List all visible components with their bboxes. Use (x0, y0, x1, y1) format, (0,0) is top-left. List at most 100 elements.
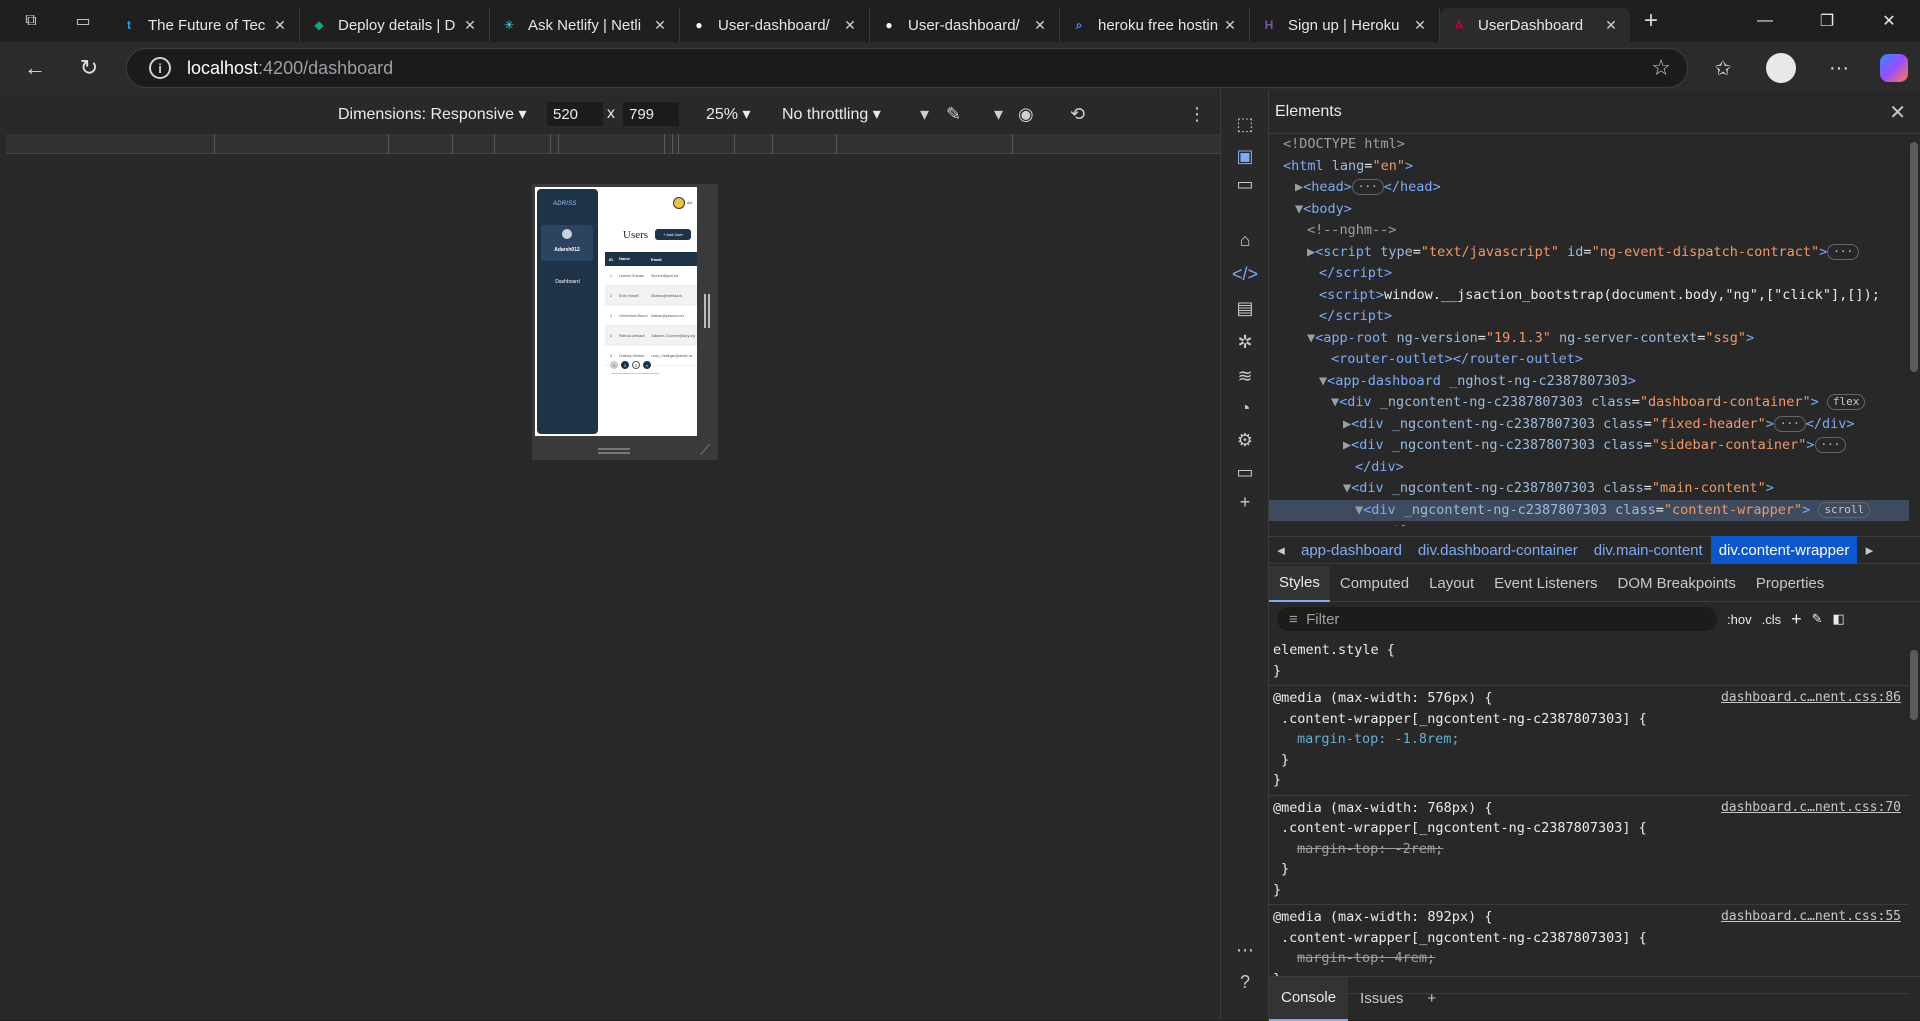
rail-more-icon[interactable]: ⋯ (1233, 938, 1257, 962)
dock-icon[interactable]: ▭ (1233, 172, 1257, 196)
close-tab-icon[interactable]: ✕ (651, 17, 669, 34)
device-width-input[interactable] (547, 102, 603, 126)
help-icon[interactable]: ? (1233, 970, 1257, 994)
minimize-button[interactable]: — (1734, 0, 1796, 42)
restore-button[interactable]: ❐ (1796, 0, 1858, 42)
styles-tab[interactable]: Event Listeners (1484, 566, 1607, 602)
browser-tab[interactable]: ✳ Ask Netlify | Netli ✕ (490, 8, 680, 42)
device-toolbar-icon[interactable]: ▣ (1233, 144, 1257, 168)
preview-scrollbar[interactable] (704, 294, 710, 328)
table-row[interactable]: 3 Clementine Bauch Nathan@yesenia.net (605, 306, 697, 326)
styles-filter-input[interactable]: ≡ Filter (1277, 607, 1717, 631)
dom-node[interactable]: </div> (1269, 457, 1909, 479)
browser-tab[interactable]: t The Future of Tec ✕ (110, 8, 300, 42)
page-button[interactable]: » (643, 361, 651, 369)
rule-source-link[interactable]: dashboard.c…nent.css:55 (1721, 907, 1901, 928)
elements-icon[interactable]: </> (1232, 262, 1258, 286)
favorite-star-icon[interactable]: ☆ (1651, 55, 1671, 81)
table-row[interactable]: 4 Patricia Lebsack Julianne.OConner@kory.o… (605, 326, 697, 346)
dom-node[interactable]: <html lang="en"> (1269, 156, 1909, 178)
dom-node[interactable]: ▼<app-dashboard _nghost-ng-c2387807303> (1269, 371, 1909, 393)
css-rule[interactable]: dashboard.c…nent.css:86 @media (max-width… (1269, 686, 1909, 796)
favorites-icon[interactable]: ✩ (1694, 56, 1752, 81)
dom-node[interactable]: ▶<div _ngcontent-ng-c2387807303 class="f… (1269, 414, 1909, 436)
console-icon[interactable]: ▤ (1233, 296, 1257, 320)
profile-avatar[interactable] (1766, 53, 1796, 83)
dom-node[interactable]: ▼<app-root ng-version="19.1.3" ng-server… (1269, 328, 1909, 350)
dom-node[interactable]: <!DOCTYPE html> (1269, 134, 1909, 156)
dom-node[interactable]: ▼<body> (1269, 199, 1909, 221)
browser-tab[interactable]: H Sign up | Heroku ✕ (1250, 8, 1440, 42)
rotate-icon[interactable]: ⟲ (1070, 104, 1085, 125)
dom-node[interactable]: <router-outlet></router-outlet> (1269, 349, 1909, 371)
styles-tab[interactable]: DOM Breakpoints (1608, 566, 1746, 602)
dom-node[interactable]: ▼<div _ngcontent-ng-c2387807303 class="m… (1269, 478, 1909, 500)
preview-add-user-button[interactable]: + Add User (655, 229, 691, 240)
rule-source-link[interactable]: dashboard.c…nent.css:86 (1721, 688, 1901, 709)
vision-caret-icon[interactable]: ▾ (994, 104, 1003, 125)
copilot-icon[interactable] (1880, 54, 1908, 82)
hov-toggle[interactable]: :hov (1727, 612, 1752, 627)
eye-icon[interactable]: ◉ (1018, 104, 1034, 125)
page-button[interactable]: « (610, 361, 618, 369)
performance-icon[interactable]: ◔ (1233, 396, 1257, 420)
dom-node[interactable]: </script> (1269, 263, 1909, 285)
styles-tab[interactable]: Properties (1746, 566, 1834, 602)
reload-button[interactable]: ↻ (62, 47, 116, 89)
close-window-button[interactable]: ✕ (1858, 0, 1920, 42)
resize-corner-icon[interactable]: ⟋ (700, 442, 710, 459)
page-button[interactable]: 2 (632, 361, 640, 369)
rules-scrollbar[interactable] (1910, 650, 1918, 720)
sidebar-toggle-icon[interactable]: ◧ (1833, 611, 1845, 627)
styles-tab[interactable]: Layout (1419, 566, 1484, 602)
workspaces-icon[interactable]: ⧉ (0, 0, 62, 42)
page-button[interactable]: 1 (621, 361, 629, 369)
breadcrumb-item[interactable]: div.main-content (1586, 542, 1711, 559)
back-button[interactable]: ← (8, 47, 62, 89)
dom-node[interactable]: </script> (1269, 306, 1909, 328)
css-rule[interactable]: dashboard.c…nent.css:70 @media (max-width… (1269, 796, 1909, 905)
page-preview[interactable]: ADRISS Adarsh012 Dashboard Ad Users + Ad… (535, 187, 697, 436)
device-height-input[interactable] (623, 102, 679, 126)
dom-scrollbar[interactable] (1910, 142, 1918, 372)
add-drawer-tab-icon[interactable]: + (1415, 977, 1448, 1021)
styles-tab[interactable]: Styles (1269, 565, 1330, 602)
network-icon[interactable]: ≋ (1233, 364, 1257, 388)
eyedropper-icon[interactable]: ✎ (946, 104, 961, 125)
preview-nav-dashboard[interactable]: Dashboard (537, 279, 598, 285)
inspect-icon[interactable]: ⬚ (1233, 112, 1257, 136)
memory-icon[interactable]: ⚙ (1233, 428, 1257, 452)
new-tab-button[interactable]: + (1630, 0, 1672, 42)
media-query-ruler[interactable] (6, 134, 1220, 154)
browser-tab[interactable]: A UserDashboard ✕ (1440, 8, 1630, 42)
close-tab-icon[interactable]: ✕ (461, 17, 479, 34)
throttling-dropdown[interactable]: No throttling (782, 104, 881, 124)
address-bar[interactable]: i localhost:4200/dashboard ☆ (126, 48, 1688, 88)
sources-icon[interactable]: ✲ (1233, 330, 1257, 354)
more-options-caret-icon[interactable]: ▾ (920, 104, 929, 125)
dom-node[interactable]: ▼<div _ngcontent-ng-c2387807303 class="d… (1269, 392, 1909, 414)
dom-tree[interactable]: <!DOCTYPE html> <html lang="en"> ▶<head> ··… (1269, 134, 1909, 526)
site-info-icon[interactable]: i (149, 57, 171, 79)
rule-source-link[interactable]: dashboard.c…nent.css:70 (1721, 798, 1901, 819)
table-row[interactable]: 2 Ervin Howell Shanna@melissa.tv (605, 286, 697, 306)
dom-node[interactable]: <script>window.__jsaction_bootstrap(docu… (1269, 285, 1909, 307)
close-tab-icon[interactable]: ✕ (271, 17, 289, 34)
close-tab-icon[interactable]: ✕ (1031, 17, 1049, 34)
crumb-right-icon[interactable]: ▸ (1857, 541, 1881, 559)
close-tab-icon[interactable]: ✕ (1602, 17, 1620, 34)
breadcrumb-item[interactable]: app-dashboard (1293, 542, 1410, 559)
breadcrumb-item[interactable]: div.dashboard-container (1410, 542, 1586, 559)
resize-handle[interactable] (598, 448, 630, 454)
dimensions-dropdown[interactable]: Dimensions: Responsive (338, 104, 527, 124)
close-devtools-icon[interactable]: ✕ (1889, 100, 1906, 125)
dom-node[interactable]: ▼<div _ngcontent-ng-c2387807303 class="c… (1269, 499, 1909, 521)
device-more-icon[interactable]: ⋮ (1188, 104, 1206, 125)
tab-actions-icon[interactable]: ▭ (62, 0, 104, 42)
dom-node[interactable]: ▶<head> ··· </head> (1269, 177, 1909, 199)
more-menu-icon[interactable]: ··· (1810, 57, 1868, 80)
browser-tab[interactable]: ● User-dashboard/ ✕ (870, 8, 1060, 42)
table-row[interactable]: 1 Leanne Graham Sincere@april.biz (605, 266, 697, 286)
breadcrumb-item[interactable]: div.content-wrapper (1710, 536, 1858, 564)
dom-node[interactable]: <!--nghm--> (1269, 220, 1909, 242)
